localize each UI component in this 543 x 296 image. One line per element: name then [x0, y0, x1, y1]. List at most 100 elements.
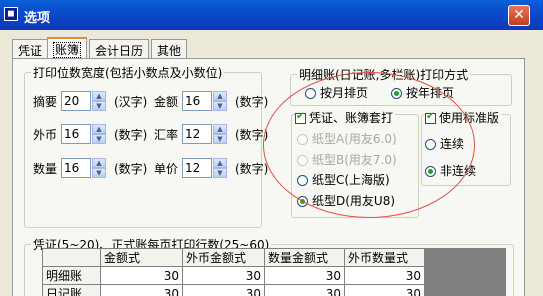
- overprint-checkbox[interactable]: 凭证、账簿套打: [295, 109, 396, 126]
- close-button[interactable]: ✕: [508, 5, 530, 26]
- checkbox-checked-icon: [295, 111, 306, 124]
- foreign-currency-width-stepper[interactable]: 16 ▲ ▼: [61, 124, 107, 144]
- by-year-radio[interactable]: 按年排页: [391, 84, 454, 101]
- spin-up-icon[interactable]: ▲: [92, 158, 106, 168]
- table-cell[interactable]: 30: [264, 284, 345, 296]
- exchange-rate-unit: (数字): [235, 128, 269, 142]
- options-dialog: ◼ 选项 ✕ 凭证 账簿 会计日历 其他 打印位数宽度(包括小数点及小数位) 摘…: [0, 0, 543, 296]
- column-header: 数量金额式: [264, 248, 345, 267]
- spin-down-icon[interactable]: ▼: [92, 101, 106, 111]
- radio-label: 按月排页: [320, 86, 369, 100]
- radio-label: 非连续: [440, 164, 477, 178]
- table-corner-header: [42, 248, 101, 267]
- by-month-radio[interactable]: 按月排页: [305, 84, 368, 101]
- foreign-currency-width-input[interactable]: 16: [61, 124, 91, 144]
- column-header: 金额式: [100, 248, 183, 267]
- paper-d-radio[interactable]: 纸型D(用友U8): [297, 192, 395, 209]
- summary-width-input[interactable]: 20: [61, 91, 91, 111]
- spin-up-icon[interactable]: ▲: [213, 158, 227, 168]
- amount-label: 金额: [154, 95, 179, 109]
- tab-label: 账簿: [53, 42, 82, 58]
- radio-label: 连续: [440, 137, 465, 151]
- checkbox-label: 使用标准版: [439, 111, 500, 125]
- non-continuous-radio[interactable]: 非连续: [425, 162, 476, 179]
- unit-price-width-input[interactable]: 12: [182, 158, 212, 178]
- quantity-width-stepper[interactable]: 16 ▲ ▼: [61, 158, 107, 178]
- foreign-currency-label: 外币: [33, 128, 58, 142]
- exchange-rate-width-stepper[interactable]: 12 ▲ ▼: [182, 124, 228, 144]
- row-header: 日记账: [42, 284, 101, 296]
- spin-down-icon[interactable]: ▼: [92, 168, 106, 178]
- spin-down-icon[interactable]: ▼: [213, 134, 227, 144]
- spin-up-icon[interactable]: ▲: [213, 91, 227, 101]
- radio-icon: [297, 155, 308, 166]
- quantity-unit: (数字): [114, 162, 148, 176]
- table-row: 明细账 30 30 30 30: [42, 266, 425, 285]
- unit-price-width-stepper[interactable]: 12 ▲ ▼: [182, 158, 228, 178]
- radio-selected-icon: [297, 196, 308, 207]
- table-cell[interactable]: 30: [182, 284, 265, 296]
- title-bar: ◼ 选项 ✕: [0, 0, 543, 30]
- radio-label: 纸型A(用友6.0): [312, 132, 397, 146]
- radio-label: 纸型C(上海版): [312, 173, 390, 187]
- print-width-legend: 打印位数宽度(包括小数点及小数位): [33, 66, 223, 80]
- table-cell[interactable]: 30: [100, 284, 183, 296]
- tab-label: 会计日历: [95, 44, 144, 58]
- continuous-radio[interactable]: 连续: [425, 135, 464, 152]
- radio-icon: [305, 88, 316, 99]
- window-title: 选项: [24, 11, 51, 26]
- summary-label: 摘要: [33, 95, 58, 109]
- spin-down-icon[interactable]: ▼: [213, 101, 227, 111]
- checkbox-label: 凭证、账簿套打: [309, 111, 394, 125]
- spin-up-icon[interactable]: ▲: [92, 124, 106, 134]
- amount-width-input[interactable]: 16: [182, 91, 212, 111]
- table-row: 日记账 30 30 30 30: [42, 284, 425, 296]
- summary-width-stepper[interactable]: 20 ▲ ▼: [61, 91, 107, 111]
- radio-selected-icon: [425, 166, 436, 177]
- amount-width-stepper[interactable]: 16 ▲ ▼: [182, 91, 228, 111]
- radio-icon: [297, 175, 308, 186]
- foreign-currency-unit: (数字): [114, 128, 148, 142]
- quantity-width-input[interactable]: 16: [61, 158, 91, 178]
- summary-unit: (汉字): [114, 95, 148, 109]
- column-header: 外币金额式: [182, 248, 265, 267]
- lines-per-page-table: 金额式 外币金额式 数量金额式 外币数量式 明细账 30 30 30 30 日记…: [42, 248, 425, 296]
- unit-price-unit: (数字): [235, 162, 269, 176]
- radio-label: 按年排页: [406, 86, 455, 100]
- table-cell[interactable]: 30: [264, 266, 345, 285]
- exchange-rate-width-input[interactable]: 12: [182, 124, 212, 144]
- tab-label: 凭证: [18, 44, 43, 58]
- app-icon: ◼: [4, 7, 18, 21]
- table-header-row: 金额式 外币金额式 数量金额式 外币数量式: [42, 248, 425, 267]
- spin-down-icon[interactable]: ▼: [92, 134, 106, 144]
- table-cell[interactable]: 30: [182, 266, 265, 285]
- amount-unit: (数字): [235, 95, 269, 109]
- row-header: 明细账: [42, 266, 101, 285]
- use-standard-checkbox[interactable]: 使用标准版: [425, 109, 502, 126]
- tab-other[interactable]: 其他: [151, 39, 188, 58]
- radio-label: 纸型B(用友7.0): [312, 153, 397, 167]
- spin-up-icon[interactable]: ▲: [213, 124, 227, 134]
- checkbox-checked-icon: [425, 111, 436, 124]
- print-mode-legend: 明细账(日记账,多栏账)打印方式: [299, 68, 469, 82]
- spin-down-icon[interactable]: ▼: [213, 168, 227, 178]
- table-cell[interactable]: 30: [344, 266, 425, 285]
- radio-label: 纸型D(用友U8): [312, 194, 396, 208]
- unit-price-label: 单价: [154, 162, 179, 176]
- paper-a-radio[interactable]: 纸型A(用友6.0): [297, 130, 397, 147]
- tab-ledger[interactable]: 账簿: [47, 37, 88, 59]
- tab-accounting-calendar[interactable]: 会计日历: [89, 39, 150, 58]
- radio-selected-icon: [391, 88, 402, 99]
- table-cell[interactable]: 30: [344, 284, 425, 296]
- column-header: 外币数量式: [344, 248, 425, 267]
- table-cell[interactable]: 30: [100, 266, 183, 285]
- radio-icon: [425, 139, 436, 150]
- paper-c-radio[interactable]: 纸型C(上海版): [297, 171, 390, 188]
- tab-voucher[interactable]: 凭证: [12, 39, 49, 58]
- radio-icon: [297, 134, 308, 145]
- quantity-label: 数量: [33, 162, 58, 176]
- print-width-group: 打印位数宽度(包括小数点及小数位): [24, 64, 262, 228]
- tab-label: 其他: [157, 44, 182, 58]
- paper-b-radio[interactable]: 纸型B(用友7.0): [297, 151, 397, 168]
- spin-up-icon[interactable]: ▲: [92, 91, 106, 101]
